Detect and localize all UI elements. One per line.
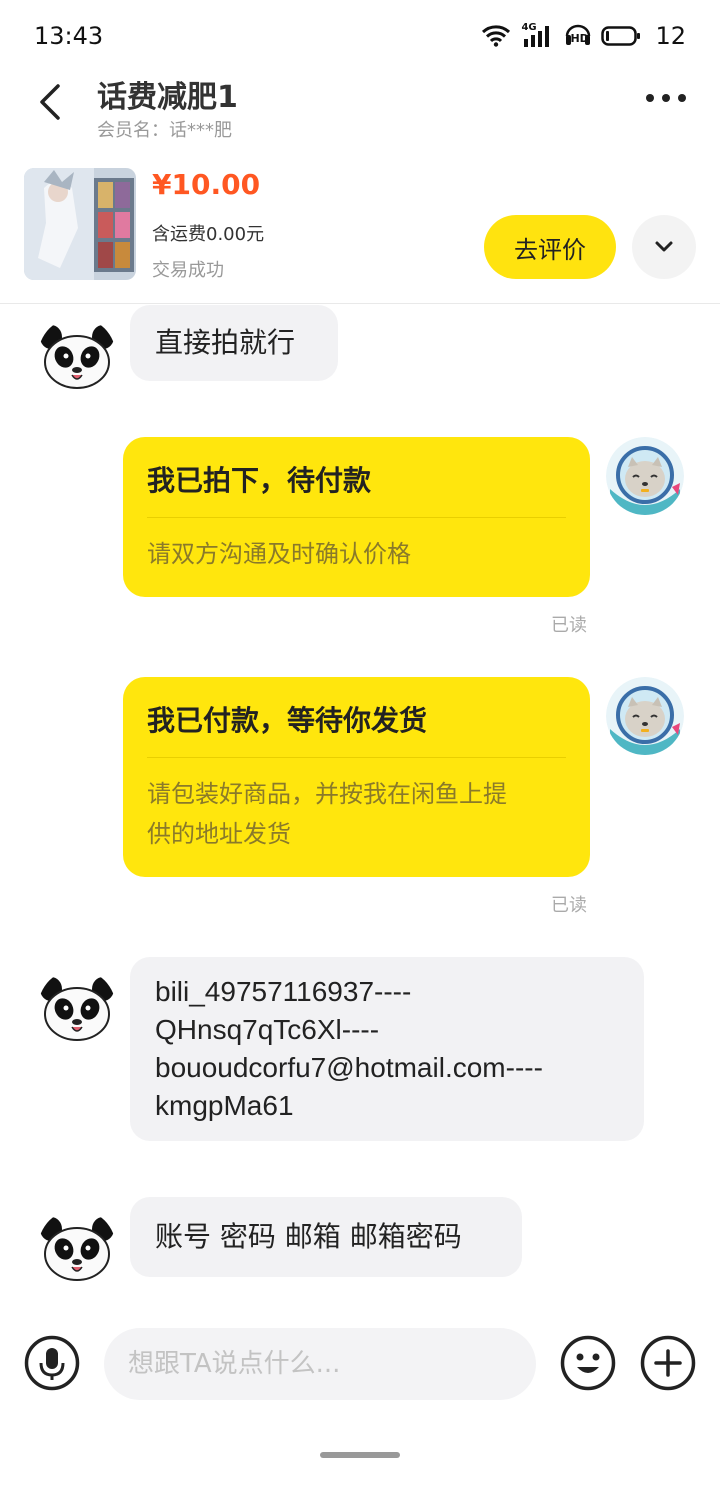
cell-signal-icon: 4G [521,22,555,48]
avatar[interactable] [38,317,116,395]
trade-status: 交易成功 [152,260,224,281]
card-description: 请双方沟通及时确认价格 [147,540,411,568]
chevron-left-icon [40,84,60,120]
more-options-button[interactable] [646,86,690,110]
avatar[interactable] [606,677,684,755]
read-receipt: 已读 [551,895,587,916]
input-bar [0,1315,720,1415]
message-bubble[interactable]: bili_49757116937---- QHnsq7qTc6Xl---- bo… [130,957,644,1141]
panda-avatar-icon [38,969,116,1047]
chat-messages: 直接拍就行 我已拍下，待付款 请双方沟通及时确认价格 已读 我已付款，等待你发货… [0,305,720,1315]
card-description: 请包装好商品，并按我在闲鱼上提 供的地址发货 [147,780,507,848]
message-input[interactable] [104,1328,536,1400]
clock: 13:43 [34,22,104,50]
status-icons: 4G HD 12 [481,22,686,50]
add-attachment-button[interactable] [640,1335,696,1391]
product-price: ¥10.00 [152,168,261,201]
page-title: 话费减肥1 [97,80,238,115]
read-receipt: 已读 [551,615,587,636]
smiley-icon [560,1335,616,1391]
avatar[interactable] [38,969,116,1047]
avatar[interactable] [606,437,684,515]
emoji-button[interactable] [560,1335,616,1391]
expand-button[interactable] [632,215,696,279]
cat-avatar-icon [606,437,684,515]
status-bar: 13:43 4G HD 12 [0,0,720,72]
member-name: 会员名：话***肥 [97,120,232,141]
home-indicator[interactable] [320,1452,400,1458]
cat-avatar-icon [606,677,684,755]
order-status-card[interactable]: 我已拍下，待付款 请双方沟通及时确认价格 [123,437,590,597]
shipping-fee: 含运费0.00元 [152,224,265,245]
plus-icon [640,1335,696,1391]
microphone-icon [24,1335,80,1391]
more-dot-icon [662,94,670,102]
message-bubble[interactable]: 直接拍就行 [130,305,338,381]
panda-avatar-icon [38,1209,116,1287]
avatar[interactable] [38,1209,116,1287]
card-title: 我已拍下，待付款 [147,464,372,497]
product-card[interactable]: ¥10.00 含运费0.00元 交易成功 去评价 [0,158,720,304]
review-button[interactable]: 去评价 [484,215,616,279]
order-status-card[interactable]: 我已付款，等待你发货 请包装好商品，并按我在闲鱼上提 供的地址发货 [123,677,590,877]
card-title: 我已付款，等待你发货 [147,704,428,737]
hd-voice-icon: HD [565,24,591,48]
product-thumbnail[interactable] [24,168,136,280]
more-dot-icon [646,94,654,102]
chevron-down-icon [655,241,673,252]
wifi-icon [482,25,511,47]
back-button[interactable] [34,80,70,124]
message-bubble[interactable]: 账号 密码 邮箱 邮箱密码 [130,1197,522,1277]
panda-avatar-icon [38,317,116,395]
battery-icon [601,26,641,46]
more-dot-icon [678,94,686,102]
chat-header: 话费减肥1 会员名：话***肥 [0,72,720,158]
voice-button[interactable] [24,1335,80,1391]
battery-level: 12 [655,22,686,50]
